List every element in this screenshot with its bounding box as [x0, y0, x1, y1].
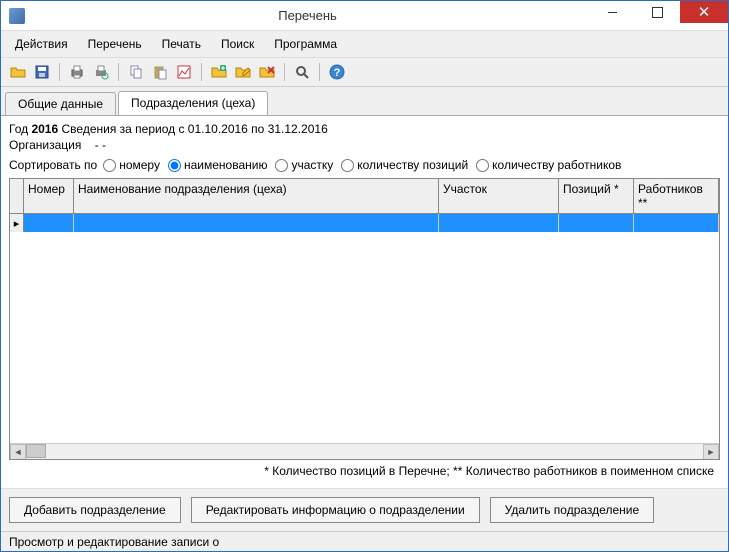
- open-icon[interactable]: [7, 61, 29, 83]
- col-section[interactable]: Участок: [439, 179, 559, 213]
- new-folder-icon[interactable]: [208, 61, 230, 83]
- cell[interactable]: [439, 214, 559, 232]
- cell[interactable]: [634, 214, 719, 232]
- year-value: 2016: [31, 122, 58, 136]
- period-text: Сведения за период с 01.10.2016 по 31.12…: [62, 122, 328, 136]
- sort-radio-name[interactable]: наименованию: [168, 158, 267, 172]
- data-grid[interactable]: Номер Наименование подразделения (цеха) …: [9, 178, 720, 460]
- close-button[interactable]: ✕: [680, 1, 728, 23]
- titlebar: Перечень ✕: [1, 1, 728, 31]
- year-period-line: Год 2016 Сведения за период с 01.10.2016…: [9, 122, 720, 136]
- window-title: Перечень: [25, 8, 590, 23]
- delete-division-button[interactable]: Удалить подразделение: [490, 497, 654, 523]
- sort-line: Сортировать по номеру наименованию участ…: [9, 158, 720, 172]
- row-indicator-icon: ▸: [10, 214, 24, 232]
- copy-icon[interactable]: [125, 61, 147, 83]
- menu-search[interactable]: Поиск: [211, 33, 264, 55]
- sort-radio-number[interactable]: номеру: [103, 158, 160, 172]
- edit-division-button[interactable]: Редактировать информацию о подразделении: [191, 497, 480, 523]
- menu-list[interactable]: Перечень: [78, 33, 152, 55]
- col-positions[interactable]: Позиций *: [559, 179, 634, 213]
- tabs: Общие данные Подразделения (цеха): [1, 87, 728, 115]
- sort-opt-name: наименованию: [184, 158, 267, 172]
- menubar: Действия Перечень Печать Поиск Программа: [1, 31, 728, 58]
- minimize-button[interactable]: [590, 1, 635, 23]
- grid-header: Номер Наименование подразделения (цеха) …: [10, 179, 719, 214]
- app-icon: [9, 8, 25, 24]
- col-number[interactable]: Номер: [24, 179, 74, 213]
- table-row[interactable]: ▸: [10, 214, 719, 232]
- print-preview-icon[interactable]: [90, 61, 112, 83]
- footnote: * Количество позиций в Перечне; ** Колич…: [9, 460, 720, 482]
- scroll-track[interactable]: [26, 444, 703, 460]
- maximize-button[interactable]: [635, 1, 680, 23]
- year-label: Год: [9, 122, 28, 136]
- sort-opt-positions: количеству позиций: [357, 158, 468, 172]
- menu-actions[interactable]: Действия: [5, 33, 78, 55]
- sort-radio-workers[interactable]: количеству работников: [476, 158, 621, 172]
- button-bar: Добавить подразделение Редактировать инф…: [1, 488, 728, 531]
- sort-opt-workers: количеству работников: [492, 158, 621, 172]
- print-icon[interactable]: [66, 61, 88, 83]
- find-icon[interactable]: [291, 61, 313, 83]
- sort-opt-number: номеру: [119, 158, 160, 172]
- delete-icon[interactable]: [256, 61, 278, 83]
- edit-folder-icon[interactable]: [232, 61, 254, 83]
- add-division-button[interactable]: Добавить подразделение: [9, 497, 181, 523]
- sort-radio-positions[interactable]: количеству позиций: [341, 158, 468, 172]
- paste-icon[interactable]: [149, 61, 171, 83]
- scroll-thumb[interactable]: [26, 444, 46, 458]
- chart-icon[interactable]: [173, 61, 195, 83]
- scroll-right-icon[interactable]: ►: [703, 444, 719, 460]
- cell[interactable]: [559, 214, 634, 232]
- org-value: - -: [95, 138, 106, 152]
- statusbar: Просмотр и редактирование записи о: [1, 531, 728, 551]
- col-indicator: [10, 179, 24, 213]
- org-label: Организация: [9, 138, 81, 152]
- grid-body[interactable]: ▸: [10, 214, 719, 443]
- menu-program[interactable]: Программа: [264, 33, 347, 55]
- scroll-left-icon[interactable]: ◄: [10, 444, 26, 460]
- menu-print[interactable]: Печать: [152, 33, 211, 55]
- sort-opt-section: участку: [291, 158, 333, 172]
- save-icon[interactable]: [31, 61, 53, 83]
- sort-radio-section[interactable]: участку: [275, 158, 333, 172]
- tab-content: Год 2016 Сведения за период с 01.10.2016…: [1, 115, 728, 488]
- help-icon[interactable]: ?: [326, 61, 348, 83]
- tab-general[interactable]: Общие данные: [5, 92, 116, 116]
- col-name[interactable]: Наименование подразделения (цеха): [74, 179, 439, 213]
- cell[interactable]: [74, 214, 439, 232]
- col-workers[interactable]: Работников **: [634, 179, 719, 213]
- tab-divisions[interactable]: Подразделения (цеха): [118, 91, 268, 115]
- org-line: Организация - -: [9, 138, 720, 152]
- cell[interactable]: [24, 214, 74, 232]
- horizontal-scrollbar[interactable]: ◄ ►: [10, 443, 719, 459]
- svg-text:?: ?: [334, 67, 341, 79]
- toolbar: ?: [1, 58, 728, 87]
- sort-label: Сортировать по: [9, 158, 97, 172]
